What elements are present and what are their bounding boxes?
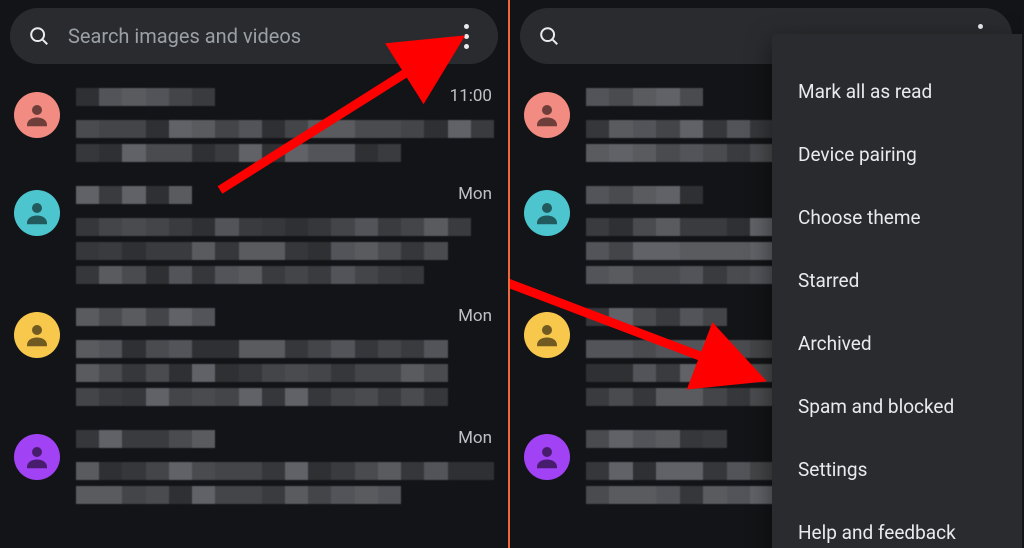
person-icon bbox=[22, 320, 52, 350]
avatar bbox=[14, 92, 60, 138]
overflow-menu: Mark all as readDevice pairingChoose the… bbox=[772, 34, 1022, 548]
redacted-content bbox=[76, 308, 494, 412]
avatar bbox=[524, 312, 570, 358]
person-icon bbox=[22, 198, 52, 228]
timestamp: Mon bbox=[458, 306, 492, 326]
avatar bbox=[14, 312, 60, 358]
redacted-content bbox=[76, 186, 494, 290]
menu-item[interactable]: Starred bbox=[772, 249, 1022, 312]
menu-item[interactable]: Settings bbox=[772, 438, 1022, 501]
avatar bbox=[524, 434, 570, 480]
person-icon bbox=[532, 320, 562, 350]
timestamp: Mon bbox=[458, 428, 492, 448]
timestamp: 11:00 bbox=[450, 86, 492, 106]
list-item[interactable]: 11:00 bbox=[0, 80, 508, 178]
person-icon bbox=[22, 442, 52, 472]
menu-item[interactable]: Mark all as read bbox=[772, 60, 1022, 123]
avatar bbox=[14, 434, 60, 480]
person-icon bbox=[532, 100, 562, 130]
search-placeholder: Search images and videos bbox=[68, 24, 452, 48]
menu-item[interactable]: Archived bbox=[772, 312, 1022, 375]
search-icon bbox=[28, 25, 50, 47]
more-vertical-icon bbox=[464, 24, 469, 29]
redacted-content bbox=[76, 430, 494, 510]
menu-item[interactable]: Spam and blocked bbox=[772, 375, 1022, 438]
panel-right: Mark all as readDevice pairingChoose the… bbox=[510, 0, 1022, 548]
menu-item[interactable]: Device pairing bbox=[772, 123, 1022, 186]
more-options-button[interactable] bbox=[452, 18, 480, 54]
person-icon bbox=[22, 100, 52, 130]
person-icon bbox=[532, 442, 562, 472]
menu-item[interactable]: Help and feedback bbox=[772, 501, 1022, 548]
search-icon bbox=[538, 25, 560, 47]
panel-left: Search images and videos 11:00 Mon Mon Mon bbox=[0, 0, 510, 548]
list-item[interactable]: Mon bbox=[0, 300, 508, 422]
avatar bbox=[524, 92, 570, 138]
menu-item[interactable]: Choose theme bbox=[772, 186, 1022, 249]
timestamp: Mon bbox=[458, 184, 492, 204]
avatar bbox=[14, 190, 60, 236]
redacted-content bbox=[76, 88, 494, 168]
more-vertical-icon bbox=[978, 24, 983, 29]
search-bar[interactable]: Search images and videos bbox=[10, 8, 498, 64]
list-item[interactable]: Mon bbox=[0, 178, 508, 300]
conversation-list: 11:00 Mon Mon Mon bbox=[0, 64, 508, 520]
person-icon bbox=[532, 198, 562, 228]
avatar bbox=[524, 190, 570, 236]
list-item[interactable]: Mon bbox=[0, 422, 508, 520]
